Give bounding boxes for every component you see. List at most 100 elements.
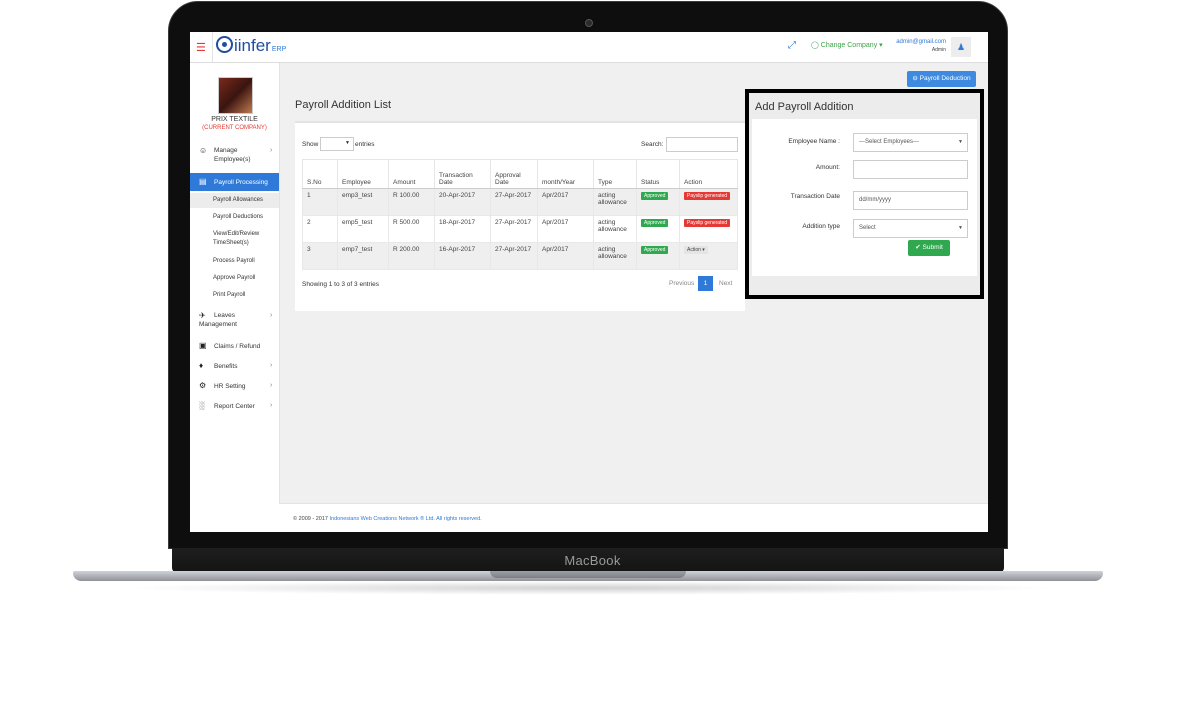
sidebar-item-hr-setting[interactable]: ⚙ HR Setting ›	[190, 379, 279, 393]
sidebar-item-label: Benefits	[214, 363, 238, 370]
form-title: Add Payroll Addition	[755, 101, 854, 113]
cell-sno: 3	[302, 242, 338, 270]
sidebar-subitem-timesheets[interactable]: View/Edit/Review TimeSheet(s)	[190, 229, 279, 249]
column-header[interactable]: Employee	[337, 159, 389, 189]
cell-action: Action ▾	[679, 242, 738, 270]
column-header[interactable]: Amount	[388, 159, 435, 189]
cell-amount: R 200.00	[388, 242, 435, 270]
cell-employee: emp5_test	[337, 215, 389, 243]
payslip-badge: Payslip generated	[684, 192, 731, 200]
caret-down-icon: ▾	[702, 247, 705, 253]
page-title: Payroll Addition List	[295, 99, 391, 111]
cell-sno: 2	[302, 215, 338, 243]
cell-approval-date: 27-Apr-2017	[490, 242, 538, 270]
cell-action: Payslip generated	[679, 215, 738, 243]
transaction-date-input[interactable]: dd/mm/yyyy	[853, 191, 968, 210]
cell-type: acting allowance	[593, 242, 637, 270]
sidebar-item-label: Claims / Refund	[214, 343, 261, 350]
addition-type-value: Select	[859, 225, 876, 231]
sidebar-subitem-label: Payroll Allowances	[213, 197, 264, 203]
sidebar-item-leaves[interactable]: ✈ Leaves Management ›	[190, 308, 279, 330]
money-icon: ▣	[199, 341, 207, 350]
search-input[interactable]	[666, 137, 738, 152]
employee-select[interactable]: ---Select Employees--- ▼	[853, 133, 968, 152]
pagination-previous[interactable]: Previous	[669, 280, 694, 287]
sidebar-subitem-label: Payroll Deductions	[213, 214, 264, 220]
submit-button[interactable]: ✔ Submit	[908, 240, 950, 256]
caret-down-icon: ▼	[345, 140, 350, 146]
addition-type-label: Addition type	[802, 223, 840, 230]
column-header[interactable]: Status	[636, 159, 680, 189]
cell-sno: 1	[302, 188, 338, 216]
change-company-label: Change Company	[820, 42, 878, 49]
entries-label: entries	[355, 141, 375, 148]
entries-length-select[interactable]: ▼	[320, 137, 354, 151]
list-panel: Show ▼ entries Search: S.No Employee Amo…	[295, 121, 745, 311]
sidebar-item-label: Leaves Management	[199, 312, 237, 328]
user-role: Admin	[931, 47, 946, 53]
action-dropdown[interactable]: Action ▾	[684, 246, 708, 254]
submit-label: Submit	[922, 244, 943, 251]
sidebar-subitem-payroll-deductions[interactable]: Payroll Deductions	[190, 212, 279, 224]
cell-employee: emp7_test	[337, 242, 389, 270]
column-header[interactable]: Type	[593, 159, 637, 189]
sidebar-subitem-approve-payroll[interactable]: Approve Payroll	[190, 273, 279, 285]
sidebar-item-report-center[interactable]: ░ Report Center ›	[190, 399, 279, 413]
pagination-page-1[interactable]: 1	[698, 276, 713, 291]
card-icon: ▤	[199, 177, 207, 186]
sidebar-subitem-label: Approve Payroll	[213, 275, 256, 281]
cell-month-year: Apr/2017	[537, 188, 594, 216]
footer-link[interactable]: Indonesians Web Creations Network ® Ltd.…	[329, 516, 481, 522]
addition-type-select[interactable]: Select ▼	[853, 219, 968, 238]
sidebar-item-manage-employees[interactable]: ☺ Manage Employee(s) ›	[190, 143, 279, 165]
sidebar-item-benefits[interactable]: ♦ Benefits ›	[190, 359, 279, 373]
cell-employee: emp3_test	[337, 188, 389, 216]
cell-action: Payslip generated	[679, 188, 738, 216]
gear-icon: ⚙	[199, 381, 207, 390]
cell-transaction-date: 18-Apr-2017	[434, 215, 491, 243]
laptop-notch	[490, 571, 686, 578]
cell-status: Approved	[636, 188, 680, 216]
sidebar-subitem-label: Process Payroll	[213, 258, 255, 264]
sidebar-item-claims[interactable]: ▣ Claims / Refund	[190, 339, 279, 353]
sidebar-subitem-print-payroll[interactable]: Print Payroll	[190, 290, 279, 302]
form-body: Employee Name : ---Select Employees--- ▼ …	[752, 119, 977, 276]
sidebar-subitem-payroll-allowances[interactable]: Payroll Allowances	[190, 193, 279, 208]
check-icon: ✔	[915, 244, 921, 251]
table-row: 3 emp7_test R 200.00 16-Apr-2017 27-Apr-…	[302, 242, 738, 270]
footer-text: © 2009 - 2017 Indonesians Web Creations …	[293, 516, 482, 522]
payslip-badge: Payslip generated	[684, 219, 731, 227]
add-payroll-addition-panel: Add Payroll Addition Employee Name : ---…	[745, 89, 984, 299]
cell-amount: R 100.00	[388, 188, 435, 216]
caret-down-icon: ▼	[958, 225, 963, 231]
pagination-next[interactable]: Next	[719, 280, 732, 287]
fullscreen-icon[interactable]: ⤢	[788, 40, 796, 51]
user-avatar-icon[interactable]: ♟	[951, 37, 971, 57]
column-header[interactable]: Action	[679, 159, 738, 189]
hamburger-menu-icon[interactable]: ☰	[196, 41, 206, 54]
cell-month-year: Apr/2017	[537, 242, 594, 270]
search-label: Search:	[641, 141, 664, 148]
chevron-right-icon: ›	[270, 402, 273, 409]
cell-status: Approved	[636, 242, 680, 270]
column-header[interactable]: month/Year	[537, 159, 594, 189]
minus-circle-icon: ⊖	[912, 75, 918, 82]
status-badge: Approved	[641, 219, 669, 227]
amount-input[interactable]	[853, 160, 968, 179]
cell-amount: R 500.00	[388, 215, 435, 243]
user-email[interactable]: admin@gmail.com	[896, 39, 946, 45]
table-header-row: S.No Employee Amount Transaction Date Ap…	[302, 159, 738, 189]
chevron-right-icon: ›	[270, 362, 273, 369]
change-company-dropdown[interactable]: ◯ Change Company ▾	[811, 41, 883, 49]
column-header[interactable]: Transaction Date	[434, 159, 491, 189]
sidebar-item-payroll-processing[interactable]: ▤ Payroll Processing	[190, 173, 279, 191]
gift-icon: ♦	[199, 361, 204, 370]
sidebar-subitem-process-payroll[interactable]: Process Payroll	[190, 256, 279, 268]
logo-ring-icon	[216, 36, 233, 53]
show-label: Show	[302, 141, 319, 148]
cell-status: Approved	[636, 215, 680, 243]
payroll-deduction-button[interactable]: ⊖ Payroll Deduction	[907, 71, 976, 87]
column-header[interactable]: Approval Date	[490, 159, 538, 189]
column-header[interactable]: S.No	[302, 159, 338, 189]
payroll-deduction-label: Payroll Deduction	[919, 75, 971, 82]
